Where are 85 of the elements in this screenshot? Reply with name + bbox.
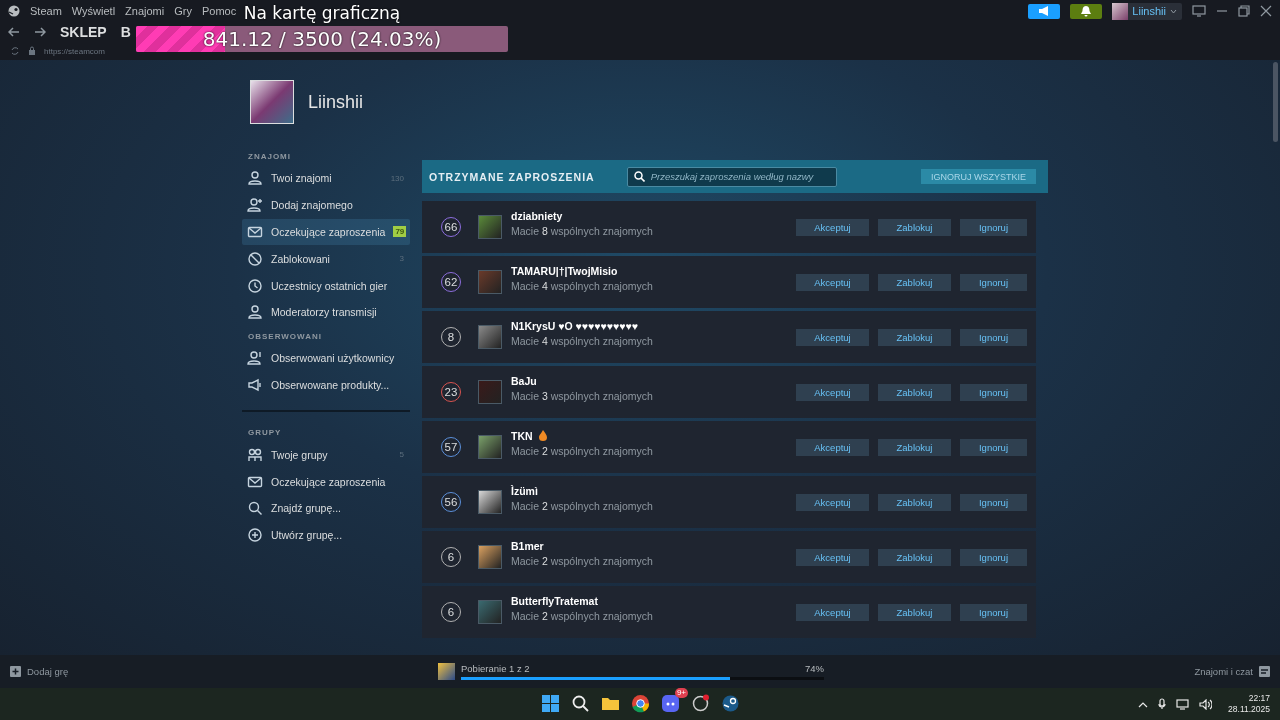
block-button[interactable]: Zablokuj — [878, 383, 951, 401]
accept-button[interactable]: Akceptuj — [796, 548, 869, 566]
ignore-button[interactable]: Ignoruj — [960, 328, 1027, 346]
accept-button[interactable]: Akceptuj — [796, 328, 869, 346]
nav-tab[interactable]: SKLEP — [60, 24, 107, 40]
mutual-friends-text: Macie 3 wspólnych znajomych — [511, 389, 654, 402]
sidebar-label: Twoje grupy — [271, 448, 329, 461]
ignore-button[interactable]: Ignoruj — [960, 383, 1027, 401]
sidebar-item[interactable]: Obserwowani użytkownicy — [242, 344, 410, 372]
friends-chat-button[interactable]: Znajomi i czat — [1194, 666, 1270, 677]
sidebar-label: Obserwowani użytkownicy — [271, 352, 396, 365]
user-menu[interactable]: Liinshii — [1112, 2, 1182, 20]
mutual-friends-text: Macie 4 wspólnych znajomych — [511, 334, 654, 347]
sidebar-item[interactable]: Obserwowane produkty... — [242, 371, 410, 399]
sidebar-item[interactable]: Oczekujące zaproszenia — [242, 468, 410, 495]
mutual-friends-text: Macie 4 wspólnych znajomych — [511, 279, 654, 292]
mutual-friends-text: Macie 2 wspólnych znajomych — [511, 499, 654, 512]
mutual-friends-text: Macie 8 wspólnych znajomych — [511, 224, 654, 237]
sidebar-label: Obserwowane produkty... — [271, 378, 391, 391]
menu-item[interactable]: Znajomi — [125, 5, 165, 17]
block-button[interactable]: Zablokuj — [878, 493, 951, 511]
section-heading: ZNAJOMI — [247, 151, 292, 163]
sidebar-item[interactable]: Dodaj znajomego — [242, 191, 410, 219]
ignore-button[interactable]: Ignoruj — [960, 273, 1027, 291]
sidebar-item[interactable]: Oczekujące zaproszenia 79 — [242, 218, 410, 246]
ignore-button[interactable]: Ignoruj — [960, 218, 1027, 236]
sidebar-item[interactable]: Uczestnicy ostatnich gier — [242, 272, 410, 299]
clock-date[interactable]: 28.11.2025 — [1228, 704, 1270, 715]
url-text: https://steamcom — [44, 46, 105, 56]
friend-count: 79 — [393, 226, 407, 238]
panel-title: OTRZYMANE ZAPROSZENIA — [429, 170, 595, 183]
block-button[interactable]: Zablokuj — [878, 548, 951, 566]
sidebar-label: Znajdź grupę... — [271, 502, 343, 515]
download-status[interactable]: Pobieranie 1 z 2 — [461, 663, 530, 674]
sidebar-label: Utwórz grupę... — [271, 529, 344, 542]
friend-name[interactable]: TAMARU|†|TwojMisio — [511, 264, 618, 277]
block-button[interactable]: Zablokuj — [878, 603, 951, 621]
sidebar-label: Moderatorzy transmisji — [271, 306, 378, 319]
mutual-friends-text: Macie 2 wspólnych znajomych — [511, 554, 654, 567]
block-button[interactable]: Zablokuj — [878, 328, 951, 346]
accept-button[interactable]: Akceptuj — [796, 218, 869, 236]
ignore-button[interactable]: Ignoruj — [960, 493, 1027, 511]
menu-item[interactable]: Gry — [174, 5, 192, 17]
ignore-button[interactable]: Ignoruj — [960, 603, 1027, 621]
clock-time[interactable]: 22:17 — [1248, 693, 1270, 704]
friend-name[interactable]: dziabniety — [511, 209, 563, 222]
sidebar-label: Dodaj znajomego — [271, 199, 354, 212]
accept-button[interactable]: Akceptuj — [796, 383, 869, 401]
menu-item[interactable]: Steam — [30, 5, 62, 17]
sidebar-label: Uczestnicy ostatnich gier — [271, 279, 389, 292]
menu-item[interactable]: Wyświetl — [71, 5, 116, 17]
profile-name[interactable]: Liinshii — [308, 91, 364, 113]
download-percent: 74% — [805, 663, 824, 674]
mutual-friends-text: Macie 2 wspólnych znajomych — [511, 444, 654, 457]
notification-badge: 9+ — [674, 688, 688, 698]
add-game-button[interactable]: Dodaj grę — [10, 666, 438, 677]
sidebar-item[interactable]: Znajdź grupę... — [242, 494, 410, 522]
section-heading: GRUPY — [247, 427, 283, 440]
sidebar-label: Oczekujące zaproszenia — [271, 226, 386, 238]
friend-name[interactable]: N1KrysU ♥O ♥♥♥♥♥♥♥♥♥♥ — [511, 319, 638, 332]
sidebar-item[interactable]: Utwórz grupę... — [242, 521, 410, 549]
nav-tab[interactable]: B — [120, 24, 131, 40]
friend-name[interactable]: B1mer — [511, 539, 544, 552]
friend-name[interactable]: TKN — [511, 429, 533, 442]
block-button[interactable]: Zablokuj — [878, 438, 951, 456]
friend-name[interactable]: BaJu — [511, 374, 537, 387]
menu-item[interactable]: Pomoc — [201, 5, 237, 17]
ignore-button[interactable]: Ignoruj — [960, 548, 1027, 566]
accept-button[interactable]: Akceptuj — [796, 273, 869, 291]
sidebar-item[interactable]: Moderatorzy transmisji — [242, 299, 410, 326]
accept-button[interactable]: Akceptuj — [796, 438, 869, 456]
friend-name[interactable]: ButterflyTratemat — [511, 594, 598, 607]
block-button[interactable]: Zablokuj — [878, 273, 951, 291]
overlay-title: Na kartę graficzną — [243, 2, 401, 25]
mutual-friends-text: Macie 2 wspólnych znajomych — [511, 609, 654, 622]
section-heading: OBSERWOWANI — [247, 330, 323, 343]
search-field[interactable]: Przeszukaj zaproszenia według nazwy — [626, 166, 837, 187]
sidebar-label: Zablokowani — [271, 252, 331, 265]
accept-button[interactable]: Akceptuj — [796, 493, 869, 511]
friend-name[interactable]: Ìzümì — [511, 484, 538, 497]
sidebar-label: Twoi znajomi — [271, 172, 333, 185]
accept-button[interactable]: Akceptuj — [796, 603, 869, 621]
block-button[interactable]: Zablokuj — [878, 218, 951, 236]
sidebar-label: Oczekujące zaproszenia — [271, 475, 387, 488]
ignore-button[interactable]: Ignoruj — [960, 438, 1027, 456]
